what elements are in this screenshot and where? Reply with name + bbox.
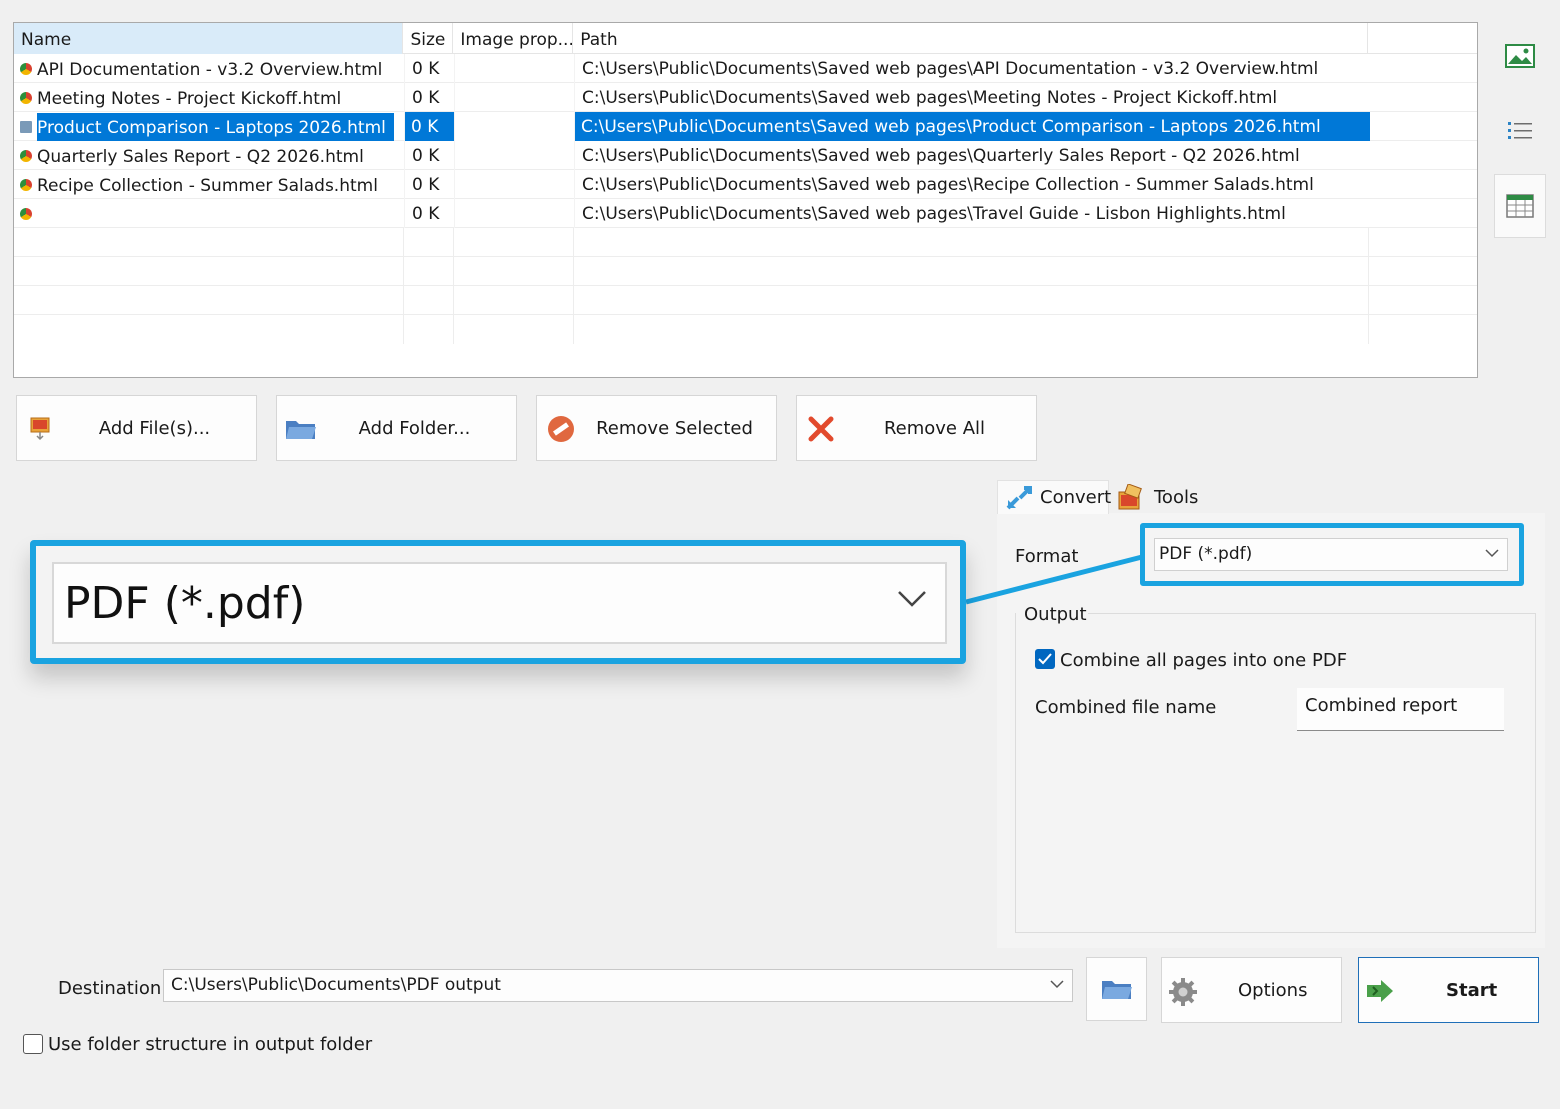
table-row[interactable]: 0 K C:\Users\Public\Documents\Saved web … <box>14 199 1477 228</box>
options-label: Options <box>1238 980 1308 1001</box>
remove-selected-button[interactable]: Remove Selected <box>536 395 777 461</box>
combined-file-name-label: Combined file name <box>1035 697 1217 718</box>
use-folder-structure-label[interactable]: Use folder structure in output folder <box>48 1034 372 1055</box>
format-highlight-frame <box>1140 523 1524 586</box>
table-row-selected[interactable]: Product Comparison - Laptops 2026.html 0… <box>14 112 1477 141</box>
file-path: C:\Users\Public\Documents\Saved web page… <box>574 170 1370 199</box>
callout-connector <box>965 554 1143 605</box>
add-files-button[interactable]: Add File(s)... <box>16 395 257 461</box>
start-button[interactable]: Start <box>1358 957 1539 1023</box>
file-size: 0 K <box>404 54 454 83</box>
table-row[interactable]: Meeting Notes - Project Kickoff.html 0 K… <box>14 83 1477 112</box>
empty-row <box>14 315 1477 344</box>
file-path: C:\Users\Public\Documents\Saved web page… <box>574 54 1370 83</box>
gear-icon <box>1169 978 1197 1006</box>
file-name: Recipe Collection - Summer Salads.html <box>37 175 378 196</box>
tab-convert[interactable]: Convert <box>997 480 1112 514</box>
convert-icon <box>1006 485 1032 509</box>
html-file-icon <box>20 120 32 133</box>
combine-pages-checkbox[interactable] <box>1035 649 1055 669</box>
start-arrow-icon <box>1367 980 1393 1002</box>
file-size: 0 K <box>404 199 454 228</box>
format-select-zoomed-value: PDF (*.pdf) <box>64 578 306 629</box>
file-name: API Documentation - v3.2 Overview.html <box>37 59 383 80</box>
tab-tools[interactable]: Tools <box>1112 480 1199 514</box>
tools-icon <box>1118 484 1142 510</box>
use-folder-structure-checkbox[interactable] <box>23 1034 43 1054</box>
column-header-size[interactable]: Size <box>403 23 454 54</box>
column-header-filler <box>1368 23 1477 54</box>
destination-value: C:\Users\Public\Documents\PDF output <box>171 975 501 995</box>
file-size: 0 K <box>404 141 454 170</box>
file-image-properties <box>454 54 574 83</box>
output-legend: Output <box>1024 604 1087 625</box>
html-file-icon <box>20 207 32 220</box>
format-select-zoomed: PDF (*.pdf) <box>52 562 947 644</box>
combine-pages-label[interactable]: Combine all pages into one PDF <box>1060 650 1347 671</box>
thumbnail-view-icon <box>1505 44 1535 68</box>
file-path: C:\Users\Public\Documents\Saved web page… <box>574 112 1370 141</box>
format-zoom-callout: PDF (*.pdf) <box>30 540 966 664</box>
list-view-button[interactable] <box>1494 99 1546 163</box>
folder-open-icon <box>286 421 316 439</box>
column-header-image-properties[interactable]: Image prop... <box>453 23 574 54</box>
column-header-path[interactable]: Path <box>573 23 1369 54</box>
list-view-icon <box>1508 122 1532 139</box>
add-file-icon <box>30 417 50 441</box>
file-path: C:\Users\Public\Documents\Saved web page… <box>574 199 1370 228</box>
destination-label: Destination <box>58 978 162 999</box>
html-file-icon <box>20 178 32 191</box>
file-name <box>37 200 45 228</box>
file-path: C:\Users\Public\Documents\Saved web page… <box>574 83 1370 112</box>
file-name: Product Comparison - Laptops 2026.html <box>37 112 394 141</box>
file-image-properties <box>454 141 574 170</box>
empty-row <box>14 286 1477 315</box>
options-button[interactable]: Options <box>1161 957 1342 1023</box>
file-size: 0 K <box>404 112 454 141</box>
file-path: C:\Users\Public\Documents\Saved web page… <box>574 141 1370 170</box>
details-view-icon <box>1506 194 1534 218</box>
column-header-name[interactable]: Name <box>14 23 404 54</box>
table-row[interactable]: Recipe Collection - Summer Salads.html 0… <box>14 170 1477 199</box>
file-list[interactable]: Name Size Image prop... Path API Documen… <box>13 22 1478 378</box>
html-file-icon <box>20 62 32 75</box>
close-icon <box>808 416 834 442</box>
destination-select[interactable]: C:\Users\Public\Documents\PDF output <box>163 969 1073 1002</box>
checkmark-icon <box>1038 653 1052 665</box>
html-file-icon <box>20 91 32 104</box>
chevron-down-icon <box>898 591 926 607</box>
file-image-properties <box>454 83 574 112</box>
start-label: Start <box>1446 980 1498 1001</box>
chevron-down-icon <box>1050 980 1064 989</box>
file-name: Meeting Notes - Project Kickoff.html <box>37 88 342 109</box>
file-image-properties <box>454 170 574 199</box>
combined-file-name-value: Combined report <box>1305 695 1458 716</box>
file-size: 0 K <box>404 170 454 199</box>
empty-row <box>14 257 1477 286</box>
tab-convert-label: Convert <box>1040 487 1112 508</box>
file-image-properties <box>454 112 574 141</box>
table-row[interactable]: Quarterly Sales Report - Q2 2026.html 0 … <box>14 141 1477 170</box>
folder-open-icon <box>1101 981 1132 999</box>
remove-all-button[interactable]: Remove All <box>796 395 1037 461</box>
html-file-icon <box>20 149 32 162</box>
table-row[interactable]: API Documentation - v3.2 Overview.html 0… <box>14 54 1477 83</box>
file-list-header: Name Size Image prop... Path <box>14 23 1477 54</box>
add-folder-button[interactable]: Add Folder... <box>276 395 517 461</box>
browse-folder-button[interactable] <box>1086 957 1147 1021</box>
remove-icon <box>548 416 574 442</box>
tab-tools-label: Tools <box>1154 486 1199 508</box>
file-name: Quarterly Sales Report - Q2 2026.html <box>37 146 364 167</box>
empty-row <box>14 228 1477 257</box>
file-image-properties <box>454 199 574 228</box>
combined-file-name-input[interactable]: Combined report <box>1297 688 1504 731</box>
thumbnail-view-button[interactable] <box>1494 24 1546 88</box>
file-size: 0 K <box>404 83 454 112</box>
details-view-button[interactable] <box>1494 174 1546 238</box>
file-list-rows: API Documentation - v3.2 Overview.html 0… <box>14 54 1477 344</box>
